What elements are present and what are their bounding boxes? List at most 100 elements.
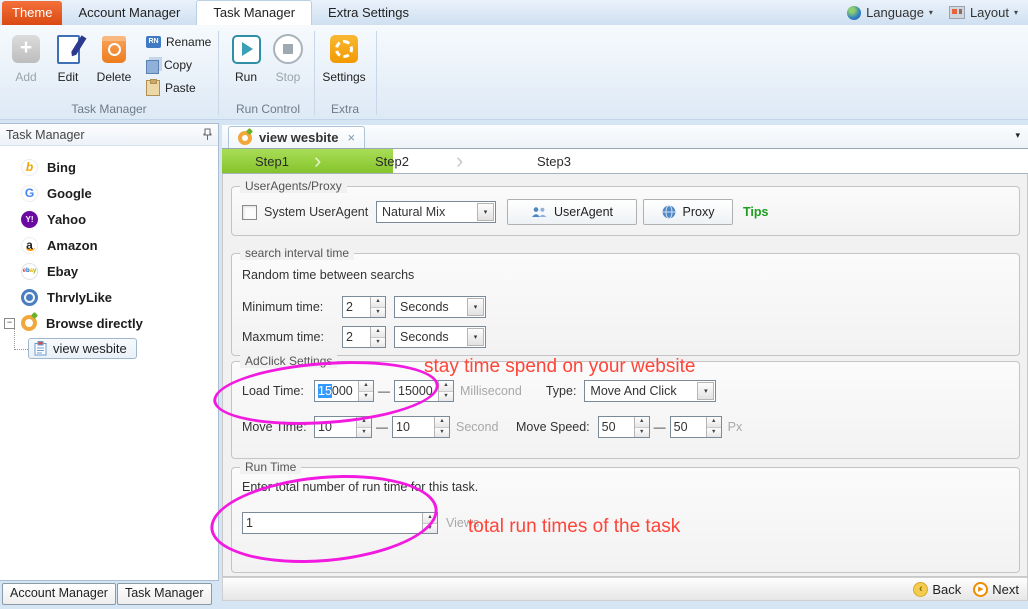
tree-item-ebay[interactable]: ebay Ebay [0,258,218,284]
proxy-globe-icon [662,205,676,219]
spin-down-icon[interactable]: ▼ [371,308,385,318]
paste-button[interactable]: Paste [146,79,196,97]
chevron-down-icon[interactable]: ▾ [467,328,484,346]
tree-item-label: Bing [47,160,76,175]
useragent-button[interactable]: UserAgent [507,199,637,225]
spin-down-icon[interactable]: ▼ [435,428,449,438]
doc-tab-label: view wesbite [259,130,338,145]
spin-down-icon[interactable]: ▼ [635,428,649,438]
tab-extra-settings[interactable]: Extra Settings [312,1,425,25]
spinner-value: 10 [393,417,434,437]
spinner-value: 2 [343,327,370,347]
move-time-min-spinner[interactable]: 10 ▲▼ [314,416,372,438]
bottom-tab-task-manager[interactable]: Task Manager [117,583,212,605]
next-arrow-icon[interactable]: ▶ [973,582,988,597]
step-bar: Step1 › Step2 › Step3 [222,148,1028,174]
spinner-value: 2 [343,297,370,317]
tab-overflow-icon[interactable]: ▾ [1015,130,1020,141]
tab-account-manager[interactable]: Account Manager [62,1,196,25]
pin-icon[interactable] [203,128,212,141]
rename-button[interactable]: RN Rename [146,33,211,51]
stop-button[interactable]: Stop [268,31,308,84]
edit-button[interactable]: Edit [48,31,88,84]
click-type-combo[interactable]: Move And Click ▾ [584,380,716,402]
titlebar: Theme Account Manager Task Manager Extra… [0,0,1028,26]
spin-down-icon[interactable]: ▼ [439,392,453,402]
group-caption: Run Time [240,460,301,474]
spin-down-icon[interactable]: ▼ [371,338,385,348]
add-button[interactable]: + Add [6,31,46,84]
run-button[interactable]: Run [226,31,266,84]
chevron-down-icon[interactable]: ▾ [477,203,494,221]
proxy-button[interactable]: Proxy [643,199,733,225]
combo-value: Natural Mix [377,202,476,222]
spin-up-icon[interactable]: ▲ [359,381,373,392]
close-icon[interactable]: × [347,130,355,145]
task-tree: b Bing G Google Y! Yahoo a Amazon ebay E… [0,146,218,359]
layout-menu[interactable]: Layout ▾ [949,5,1018,20]
minimum-time-spinner[interactable]: 2 ▲▼ [342,296,386,318]
globe-icon [847,6,861,20]
spin-up-icon[interactable]: ▲ [439,381,453,392]
tips-link[interactable]: Tips [743,205,768,219]
stop-label: Stop [268,70,308,84]
tree-item-bing[interactable]: b Bing [0,154,218,180]
amazon-icon: a [21,237,38,254]
edit-icon [57,35,80,64]
spin-up-icon[interactable]: ▲ [357,417,371,428]
tree-item-google[interactable]: G Google [0,180,218,206]
back-button[interactable]: Back [932,582,961,597]
maximum-time-unit-combo[interactable]: Seconds ▾ [394,326,486,348]
maximum-time-spinner[interactable]: 2 ▲▼ [342,326,386,348]
useragent-mode-combo[interactable]: Natural Mix ▾ [376,201,496,223]
tree-item-amazon[interactable]: a Amazon [0,232,218,258]
minimum-time-unit-combo[interactable]: Seconds ▾ [394,296,486,318]
doc-tab-view-wesbite[interactable]: view wesbite × [228,126,365,148]
range-dash: — [378,384,390,398]
load-time-max-spinner[interactable]: 15000 ▲▼ [394,380,454,402]
stop-icon [273,34,303,64]
back-arrow-icon[interactable]: ‹ [913,582,928,597]
spin-down-icon[interactable]: ▼ [359,392,373,402]
spin-up-icon[interactable]: ▲ [423,513,437,524]
tree-item-yahoo[interactable]: Y! Yahoo [0,206,218,232]
tree-child-view-wesbite[interactable]: view wesbite [28,338,218,359]
move-speed-max-spinner[interactable]: 50 ▲▼ [670,416,722,438]
sidebar-title: Task Manager [6,128,85,142]
step3-tab[interactable]: Step3 [537,149,571,174]
move-speed-min-spinner[interactable]: 50 ▲▼ [598,416,650,438]
useragents-proxy-group: UserAgents/Proxy System UserAgent Natura… [231,186,1020,236]
next-button[interactable]: Next [992,582,1019,597]
spin-down-icon[interactable]: ▼ [357,428,371,438]
run-count-unit: Views [446,516,479,530]
copy-button[interactable]: Copy [146,56,192,74]
spin-down-icon[interactable]: ▼ [423,524,437,534]
step1-tab[interactable]: Step1 [255,149,289,174]
chevron-down-icon[interactable]: ▾ [697,382,714,400]
system-useragent-checkbox[interactable] [242,205,257,220]
step-content: UserAgents/Proxy System UserAgent Natura… [222,174,1028,577]
tab-task-manager[interactable]: Task Manager [196,0,312,25]
step2-tab[interactable]: Step2 [375,149,409,174]
delete-button[interactable]: Delete [92,31,136,84]
language-menu[interactable]: Language ▾ [847,5,933,20]
tree-item-browse-directly[interactable]: − Browse directly [0,310,218,336]
load-time-min-spinner[interactable]: 15000 ▲▼ [314,380,374,402]
run-count-spinner[interactable]: 1 ▲▼ [242,512,438,534]
settings-button[interactable]: Settings [320,31,368,84]
spin-up-icon[interactable]: ▲ [435,417,449,428]
spin-up-icon[interactable]: ▲ [635,417,649,428]
bottom-tab-account-manager[interactable]: Account Manager [2,583,116,605]
tree-item-thrvlylike[interactable]: ThrvlyLike [0,284,218,310]
tree-item-label: Browse directly [46,316,143,331]
chevron-down-icon[interactable]: ▾ [467,298,484,316]
paste-icon [146,80,160,96]
spin-up-icon[interactable]: ▲ [707,417,721,428]
range-dash: — [654,420,666,434]
spin-down-icon[interactable]: ▼ [707,428,721,438]
tab-theme[interactable]: Theme [2,1,62,25]
move-time-max-spinner[interactable]: 10 ▲▼ [392,416,450,438]
spin-up-icon[interactable]: ▲ [371,327,385,338]
spin-up-icon[interactable]: ▲ [371,297,385,308]
task-manager-panel: Task Manager b Bing G Google Y! Yahoo a … [0,123,219,581]
